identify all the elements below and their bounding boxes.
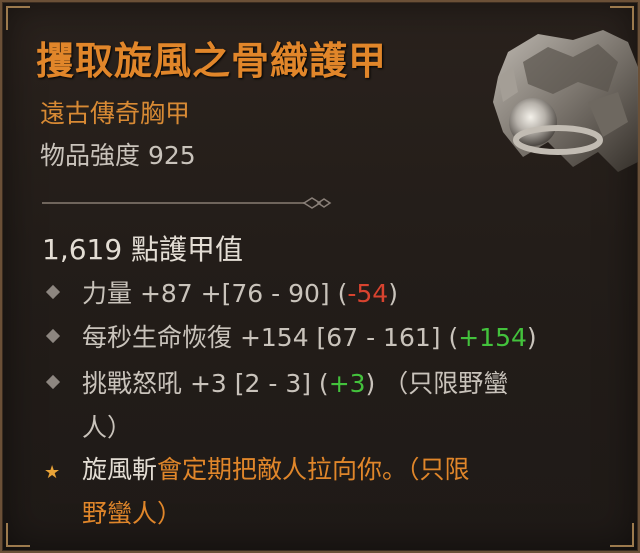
diamond-bullet-icon xyxy=(45,284,61,300)
affix-row: 挑戰怒吼 +3 [2 - 3] (+3) （只限野蠻人） xyxy=(42,362,632,450)
affix-text: 挑戰怒吼 +3 [2 - 3] (+3) （只限野蠻人） xyxy=(82,362,632,450)
item-power: 物品強度 925 xyxy=(40,141,196,170)
ornament-divider-icon xyxy=(42,197,332,209)
item-rarity: 遠古傳奇胸甲 xyxy=(40,99,191,128)
legendary-power: ★ 旋風斬會定期把敵人拉向你。（只限野蠻人） xyxy=(42,448,632,536)
item-tooltip: 攫取旋風之骨織護甲 遠古傳奇胸甲 物品強度 925 1,619 點護甲值 力量 … xyxy=(0,0,640,553)
legendary-description: 會定期把敵人拉向你。（只限 xyxy=(157,455,470,484)
corner-ornament xyxy=(6,6,30,30)
affix-row: 每秒生命恢復 +154 [67 - 161] (+154) xyxy=(42,316,632,360)
affix-delta: -54 xyxy=(347,279,389,308)
item-title: 攫取旋風之骨織護甲 xyxy=(36,38,388,83)
affix-delta: +154 xyxy=(458,323,527,352)
affix-tail: 人） xyxy=(82,413,133,442)
affix-close: ) xyxy=(388,279,398,308)
legendary-text: 旋風斬會定期把敵人拉向你。（只限野蠻人） xyxy=(82,448,632,536)
legendary-skill: 旋風斬 xyxy=(82,455,158,484)
affix-name: 力量 +87 +[76 - 90] ( xyxy=(82,279,348,308)
affix-text: 力量 +87 +[76 - 90] (-54) xyxy=(82,272,632,316)
diamond-bullet-icon xyxy=(45,328,61,344)
diamond-bullet-icon xyxy=(45,374,61,390)
star-icon: ★ xyxy=(44,462,61,483)
armor-value: 1,619 點護甲值 xyxy=(42,233,244,266)
affix-close: ) xyxy=(526,323,537,352)
affix-text: 每秒生命恢復 +154 [67 - 161] (+154) xyxy=(82,316,632,360)
affix-name: 每秒生命恢復 +154 [67 - 161] ( xyxy=(82,323,459,352)
affix-row: 力量 +87 +[76 - 90] (-54) xyxy=(42,272,632,316)
affix-name: 挑戰怒吼 +3 [2 - 3] ( xyxy=(82,369,329,398)
legendary-tail: 野蠻人） xyxy=(82,499,183,528)
corner-ornament xyxy=(6,523,30,547)
affix-delta: +3 xyxy=(328,369,366,398)
affix-close: ) （只限野蠻 xyxy=(365,369,509,398)
chest-armor-icon xyxy=(493,30,638,172)
